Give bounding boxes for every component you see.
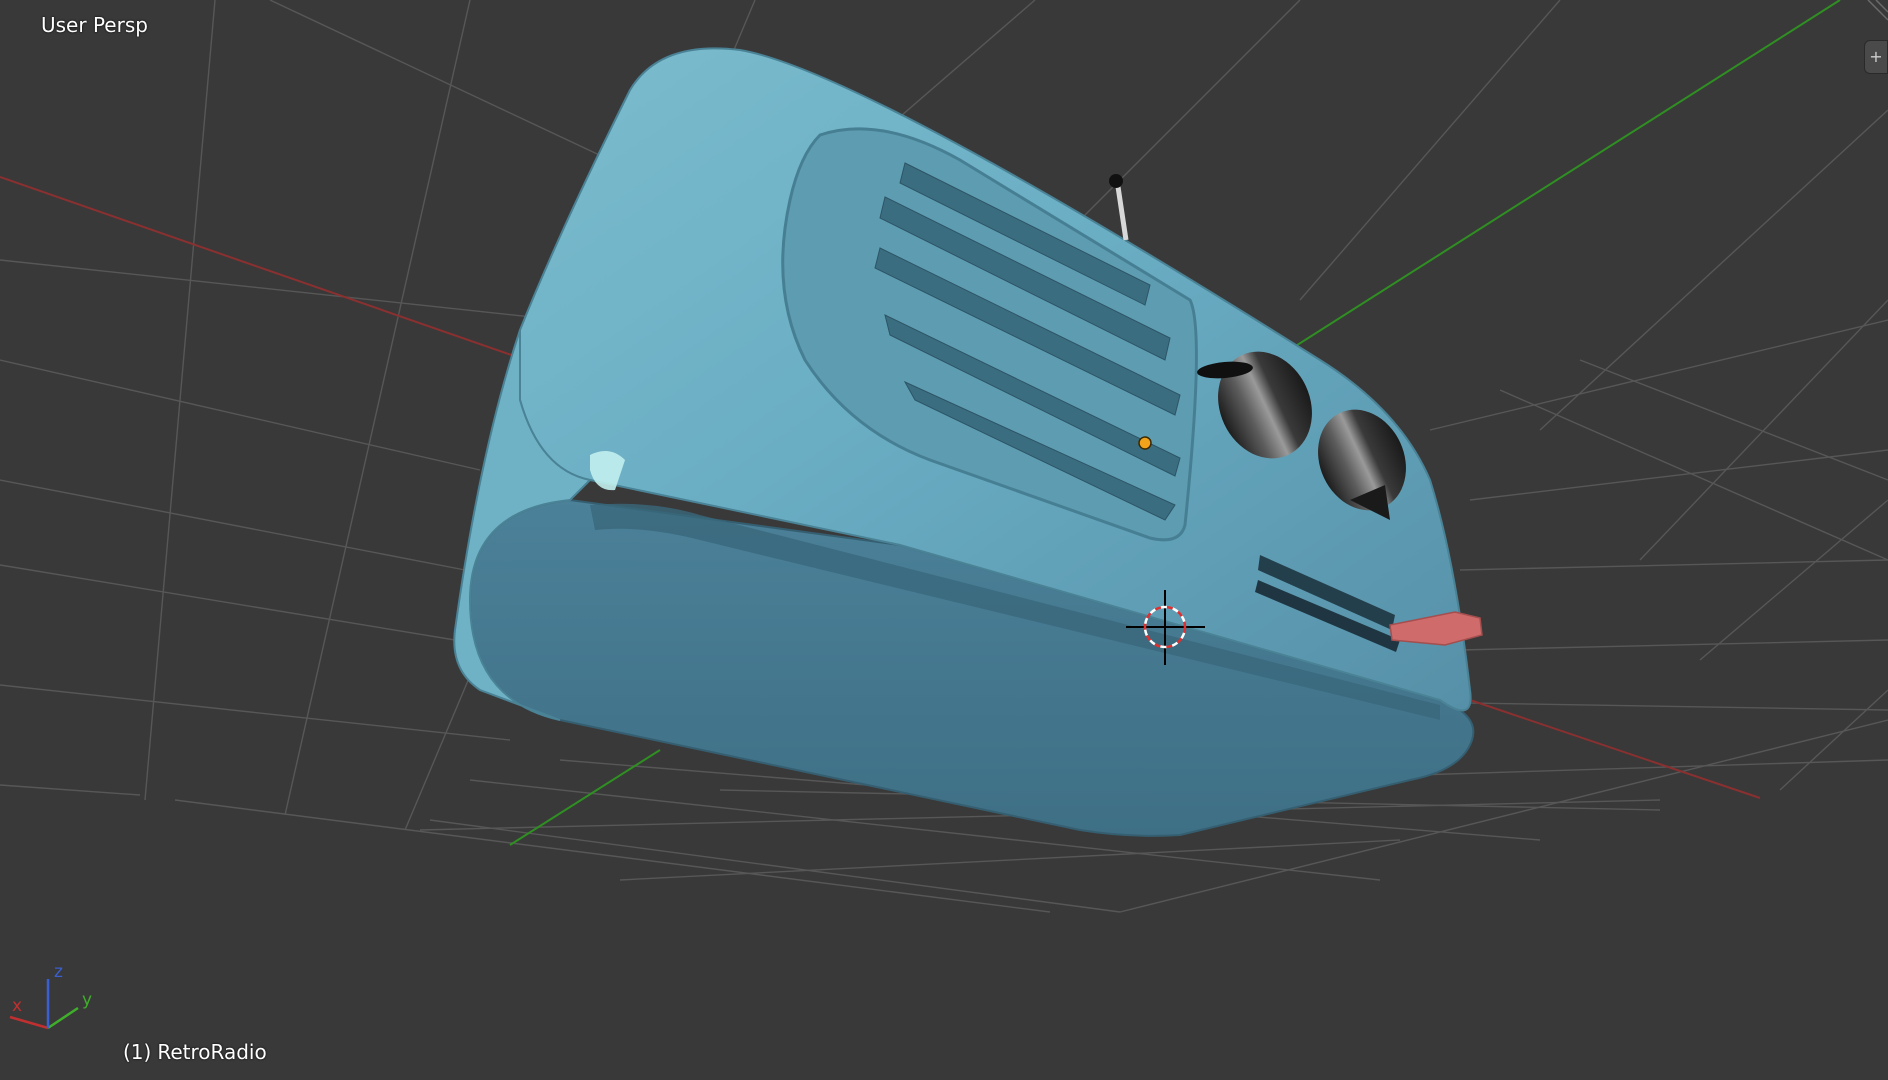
active-object-label: (1) RetroRadio <box>123 1040 267 1064</box>
object-index: (1) <box>123 1040 152 1064</box>
antenna <box>1114 179 1129 241</box>
object-name: RetroRadio <box>157 1040 267 1064</box>
axis-gizmo: x y z <box>9 965 92 1030</box>
axis-y-label: y <box>82 990 92 1010</box>
3d-viewport[interactable]: + User Persp x y z (1) RetroRadio <box>0 0 1888 1080</box>
object-origin-icon <box>1138 436 1152 450</box>
area-split-corner-icon[interactable] <box>1864 0 1888 24</box>
view-perspective-label: User Persp <box>41 13 148 37</box>
x-axis-line <box>0 176 541 366</box>
y-axis-line-near <box>509 749 661 846</box>
retro-radio-object[interactable] <box>453 47 1483 837</box>
plus-icon[interactable]: + <box>1864 40 1888 74</box>
axis-x-label: x <box>12 996 22 1016</box>
x-axis-line-far <box>1469 699 1761 799</box>
scene-canvas[interactable] <box>0 0 1888 1080</box>
axis-z-label: z <box>54 965 63 982</box>
